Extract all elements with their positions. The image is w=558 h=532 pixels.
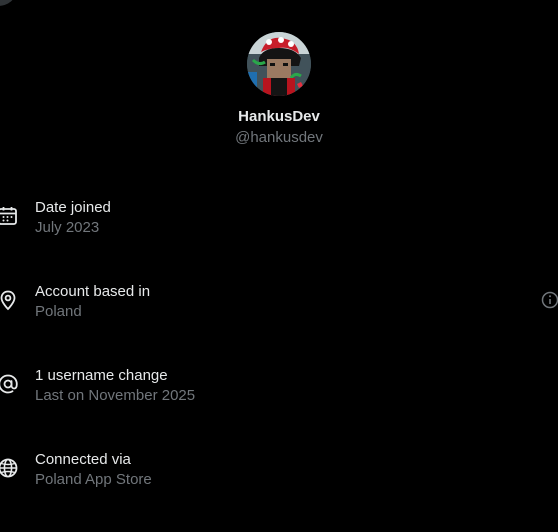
connected-via-value: Poland App Store: [35, 471, 152, 488]
username: @hankusdev: [235, 129, 323, 146]
avatar-image: [247, 32, 311, 96]
account-based-in-value: Poland: [35, 303, 82, 320]
account-based-in-label: Account based in: [35, 283, 151, 300]
date-joined-value: July 2023: [35, 219, 100, 236]
info-circle-icon[interactable]: [541, 291, 558, 309]
avatar[interactable]: [247, 32, 311, 96]
calendar-icon: [0, 205, 19, 227]
username-change-value: Last on November 2025: [35, 387, 196, 404]
about-account-page: HankusDev @hankusdev Date joined July 20…: [0, 0, 558, 532]
info-row-account-based-in: Account based in Poland: [0, 282, 558, 326]
info-row-connected-via: Connected via Poland App Store: [0, 450, 558, 494]
connected-via-label: Connected via: [35, 451, 131, 468]
location-pin-icon: [0, 289, 19, 311]
date-joined-label: Date joined: [35, 199, 111, 216]
info-row-date-joined: Date joined July 2023: [0, 198, 558, 242]
at-sign-icon: [0, 373, 19, 395]
username-change-label: 1 username change: [35, 367, 168, 384]
display-name: HankusDev: [238, 108, 320, 125]
info-row-username-change: 1 username change Last on November 2025: [0, 366, 558, 410]
globe-icon: [0, 457, 19, 479]
back-button[interactable]: [0, 0, 16, 6]
profile-header: HankusDev @hankusdev: [0, 32, 558, 148]
